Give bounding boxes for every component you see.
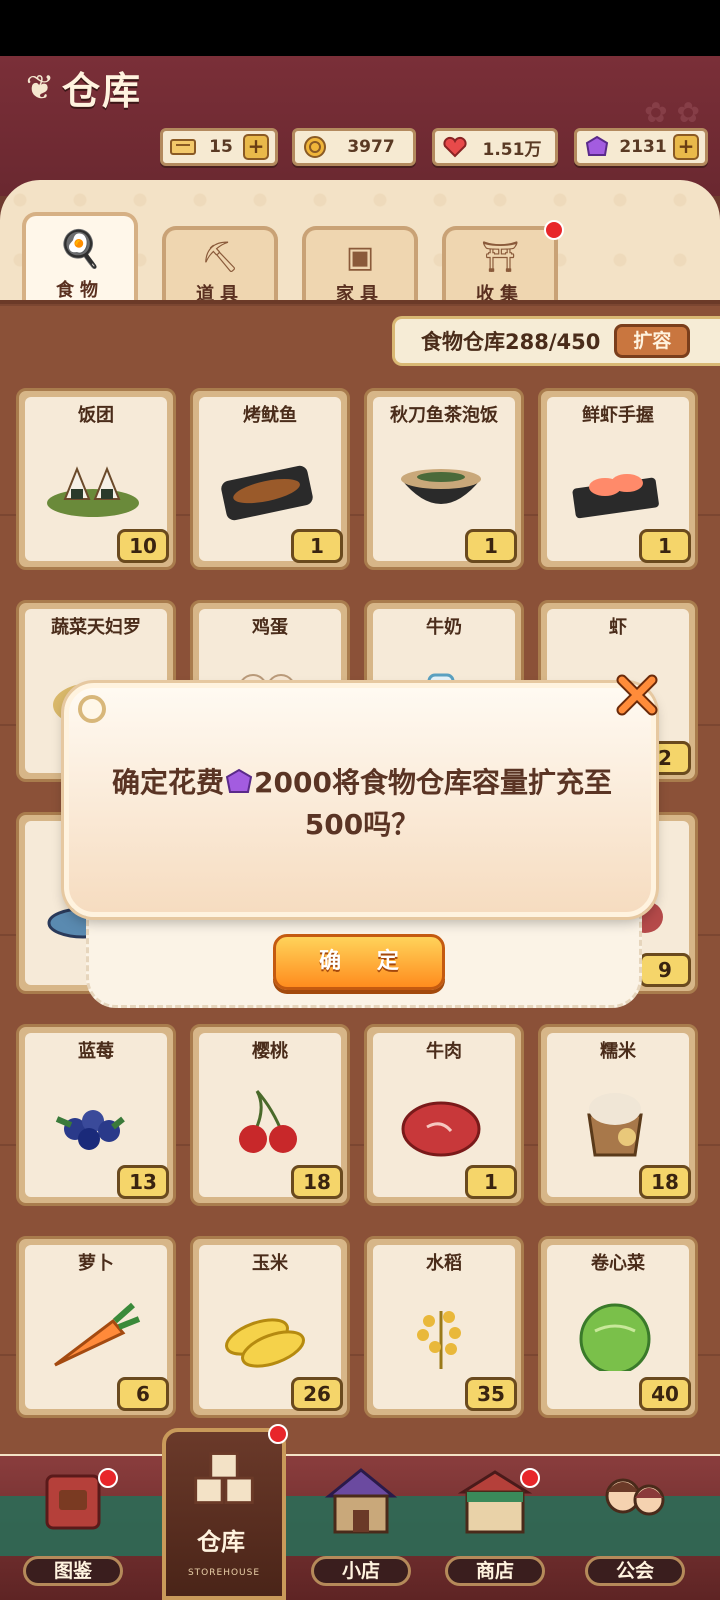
game-screen: ✿ ✿ ❦ 仓库 15 + 3977 1.51万 2131 + 🍳 食物 ⛏ 道… <box>0 0 720 1600</box>
close-x-icon[interactable] <box>614 672 660 718</box>
gem-icon <box>225 768 253 793</box>
dialog-text-after: 2000将食物仓库容量扩充至500吗？ <box>254 766 612 841</box>
dialog-ring-decoration <box>78 695 106 723</box>
confirm-button[interactable]: 确 定 <box>273 934 445 990</box>
dialog-text-before: 确定花费 <box>112 766 225 799</box>
confirm-dialog-layer: 确定花费 2000将食物仓库容量扩充至500吗？ 确 定 <box>0 0 720 1600</box>
dialog-message: 确定花费 2000将食物仓库容量扩充至500吗？ <box>88 762 636 846</box>
